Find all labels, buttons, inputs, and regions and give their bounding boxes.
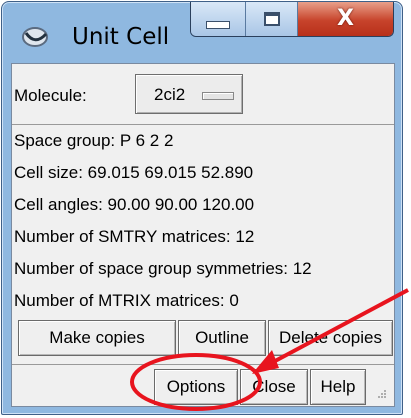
mtrix-count-text: Number of MTRIX matrices: 0 <box>14 291 239 310</box>
dialog-buttons-row: Options Close Help <box>12 364 394 407</box>
molecule-value: 2ci2 <box>154 85 186 104</box>
dialog-body: Molecule: 2ci2 Space group: P 6 2 2 Cell… <box>11 63 395 407</box>
title-bar[interactable]: Unit Cell X <box>2 2 402 62</box>
molecule-label: Molecule: <box>14 86 87 105</box>
outline-button[interactable]: Outline <box>178 320 266 356</box>
maximize-button[interactable] <box>246 2 298 36</box>
cell-size-text: Cell size: 69.015 69.015 52.890 <box>14 163 254 182</box>
delete-copies-button[interactable]: Delete copies <box>268 320 393 356</box>
close-window-button[interactable]: X <box>298 2 393 36</box>
symmetry-count-text: Number of space group symmetries: 12 <box>14 259 312 278</box>
options-button[interactable]: Options <box>154 369 238 405</box>
maximize-icon <box>263 12 280 26</box>
resize-grip-icon[interactable] <box>374 389 388 401</box>
space-group-text: Space group: P 6 2 2 <box>14 131 174 150</box>
minimize-icon <box>206 21 230 29</box>
close-button[interactable]: Close <box>240 369 308 405</box>
cell-angles-text: Cell angles: 90.00 90.00 120.00 <box>14 195 255 214</box>
minimize-button[interactable] <box>191 2 246 36</box>
molecule-row: Molecule: 2ci2 <box>12 64 394 125</box>
caption-buttons: X <box>190 2 394 37</box>
window-title: Unit Cell <box>72 24 170 50</box>
molecule-selector[interactable]: 2ci2 <box>135 74 243 114</box>
unit-cell-app-icon <box>22 27 48 47</box>
make-copies-button[interactable]: Make copies <box>18 320 176 356</box>
action-buttons-row: Make copies Outline Delete copies <box>12 320 394 362</box>
unit-cell-window: Unit Cell X Molecule: 2ci2 Space group: … <box>1 1 403 415</box>
smtry-count-text: Number of SMTRY matrices: 12 <box>14 227 255 246</box>
option-menu-indicator-icon <box>202 92 234 100</box>
close-icon: X <box>337 6 354 31</box>
help-button[interactable]: Help <box>310 369 366 405</box>
